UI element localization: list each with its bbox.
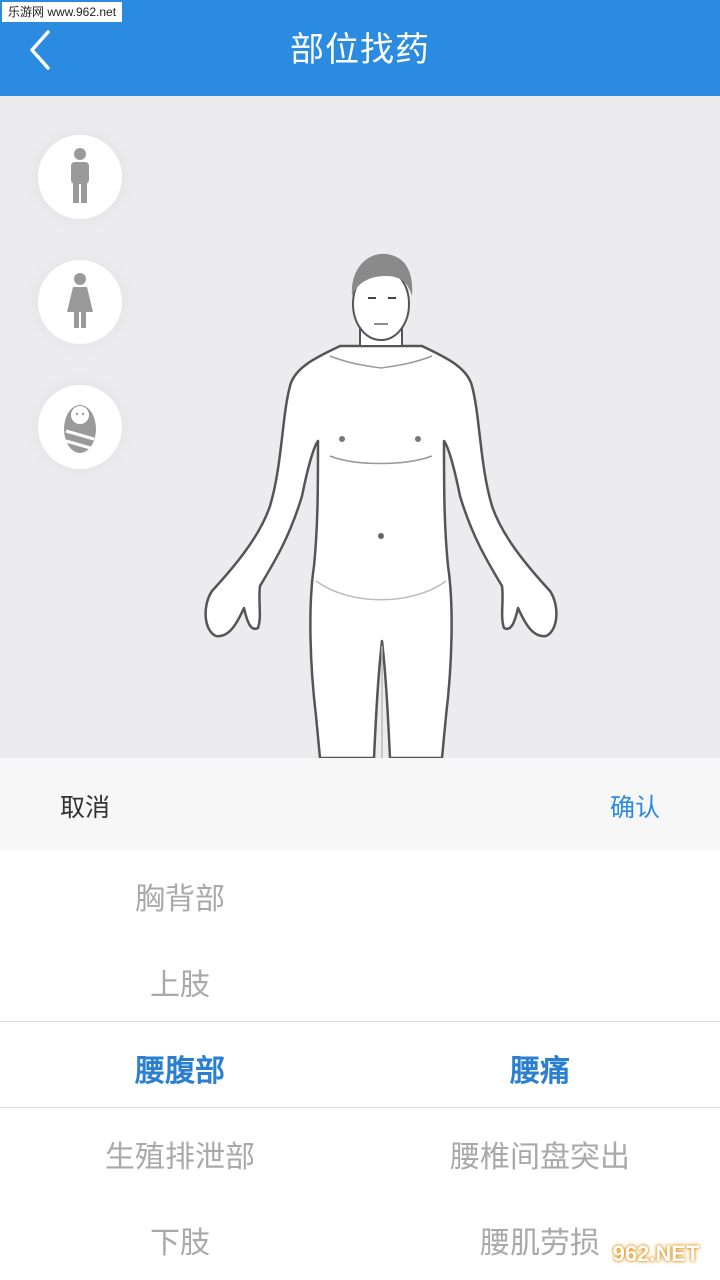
body-stage — [0, 96, 720, 758]
picker-option[interactable]: 胸背部 — [0, 874, 360, 918]
male-icon — [71, 148, 89, 203]
male-button[interactable] — [38, 135, 122, 219]
picker-option-selected[interactable]: 腰腹部 — [0, 1046, 360, 1090]
top-bar: 乐游网 www.962.net 部位找药 — [0, 0, 720, 96]
baby-icon — [64, 405, 96, 453]
body-region-wheel[interactable]: 胸背部 上肢 腰腹部 生殖排泄部 下肢 — [0, 850, 360, 1280]
symptom-option-selected[interactable]: 腰痛 — [360, 1046, 720, 1090]
female-icon — [67, 273, 93, 328]
symptom-wheel[interactable]: 腰痛 腰椎间盘突出 腰肌劳损 — [360, 850, 720, 1280]
cancel-button[interactable]: 取消 — [60, 788, 110, 824]
picker-option[interactable]: 上肢 — [0, 960, 360, 1004]
human-body-figure[interactable] — [190, 246, 570, 758]
female-button[interactable] — [38, 260, 122, 344]
symptom-option[interactable]: 腰肌劳损 — [360, 1218, 720, 1262]
confirm-button[interactable]: 确认 — [610, 788, 660, 824]
picker-option[interactable]: 下肢 — [0, 1218, 360, 1262]
symptom-option[interactable]: 腰椎间盘突出 — [360, 1132, 720, 1176]
watermark-label: 乐游网 www.962.net — [2, 2, 123, 22]
baby-button[interactable] — [38, 385, 122, 469]
picker-option[interactable]: 生殖排泄部 — [0, 1132, 360, 1176]
body-part-picker[interactable]: 胸背部 上肢 腰腹部 生殖排泄部 下肢 腰痛 腰椎间盘突出 腰肌劳损 — [0, 850, 720, 1280]
page-title: 部位找药 — [290, 30, 430, 70]
picker-toolbar: 取消 确认 — [0, 758, 720, 850]
